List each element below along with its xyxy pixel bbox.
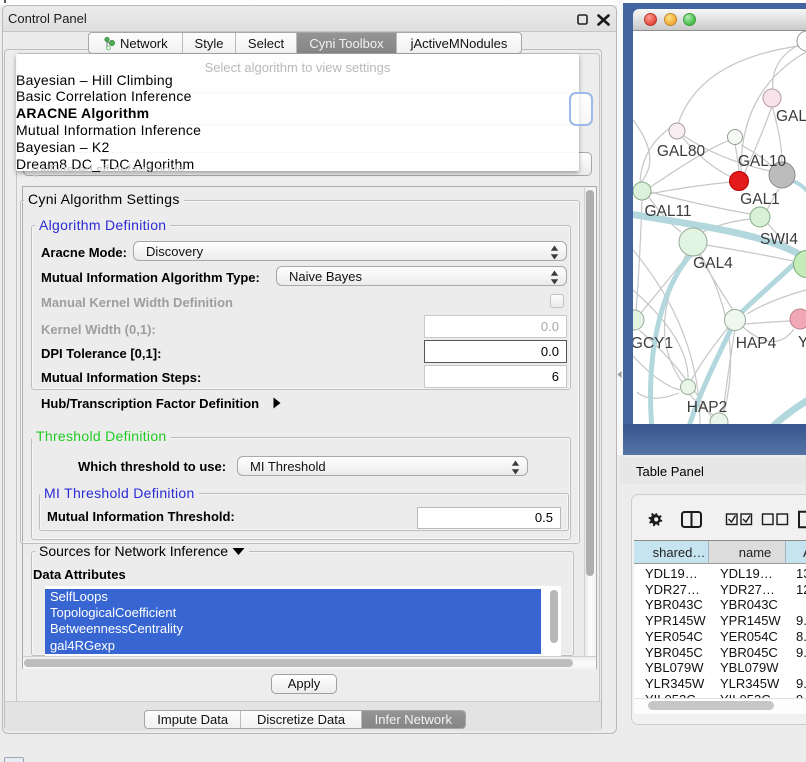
svg-text:GAL80: GAL80 <box>657 143 706 160</box>
svg-text:GAL1: GAL1 <box>740 191 780 208</box>
svg-text:GAL10: GAL10 <box>738 153 787 170</box>
svg-text:GAL11: GAL11 <box>644 203 691 220</box>
svg-text:GAL7: GAL7 <box>776 108 806 125</box>
svg-text:GCY1: GCY1 <box>633 335 673 352</box>
svg-text:HAP2: HAP2 <box>687 399 728 416</box>
svg-text:YD: YD <box>798 334 806 351</box>
svg-text:HAP4: HAP4 <box>736 335 777 352</box>
svg-text:SWI4: SWI4 <box>760 231 798 248</box>
svg-text:GAL4: GAL4 <box>693 255 733 272</box>
